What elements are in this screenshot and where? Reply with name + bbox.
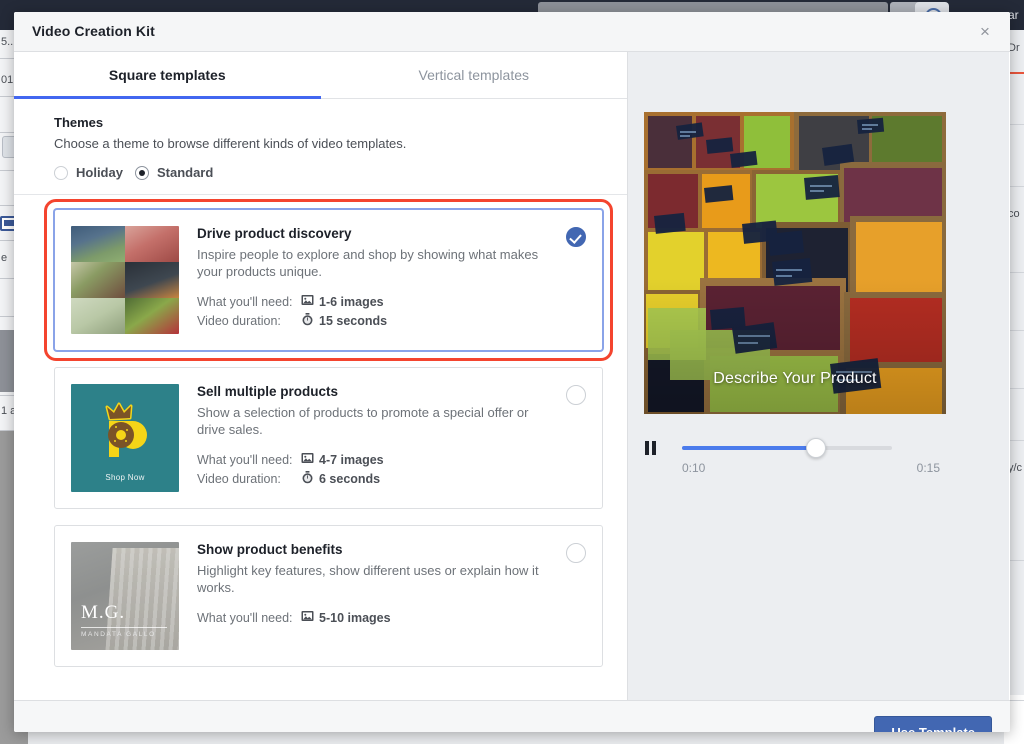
- dialog-body: Square templates Vertical templates Them…: [14, 52, 1010, 700]
- template-list[interactable]: Drive product discovery Inspire people t…: [14, 195, 627, 700]
- images-label: What you'll need:: [197, 452, 293, 467]
- templates-panel: Square templates Vertical templates Them…: [14, 52, 628, 700]
- thumbnail-brand-subtext: MANDATA GALLO: [81, 627, 167, 638]
- video-progress-handle[interactable]: [806, 438, 826, 458]
- template-duration-row: Video duration: 6 seconds: [197, 471, 546, 487]
- template-title: Sell multiple products: [197, 384, 339, 399]
- images-value: 4-7 images: [319, 452, 384, 467]
- template-title: Show product benefits: [197, 542, 343, 557]
- tab-square-templates[interactable]: Square templates: [14, 52, 321, 99]
- template-info: Show product benefits Highlight key feat…: [197, 542, 586, 650]
- template-radio-icon[interactable]: [566, 543, 586, 563]
- stopwatch-icon: [301, 471, 319, 487]
- donut-logo-image: Shop Now: [71, 384, 179, 492]
- current-time-label: 0:10: [682, 461, 706, 475]
- template-tabs: Square templates Vertical templates: [14, 52, 627, 99]
- market-produce-image: [644, 112, 946, 414]
- template-images-row: What you'll need: 5-10 images: [197, 610, 546, 625]
- duration-label: Video duration:: [197, 472, 281, 486]
- theme-option-holiday[interactable]: Holiday: [54, 165, 123, 180]
- duration-value: 15 seconds: [319, 314, 388, 328]
- pause-icon[interactable]: [645, 441, 659, 455]
- background-cell-text: 01: [1, 74, 14, 86]
- duration-label: Video duration:: [197, 314, 281, 328]
- video-player-controls: 0:10 0:15: [644, 437, 946, 489]
- vegetable-collage-image: [71, 226, 179, 334]
- template-description: Inspire people to explore and shop by sh…: [197, 247, 539, 279]
- images-label: What you'll need:: [197, 610, 293, 625]
- themes-section: Themes Choose a theme to browse differen…: [14, 99, 627, 195]
- stopwatch-icon: [301, 313, 319, 329]
- template-radio-icon[interactable]: [566, 385, 586, 405]
- theme-option-standard-label: Standard: [156, 165, 214, 180]
- dialog-header: Video Creation Kit ×: [14, 12, 1010, 52]
- template-thumbnail: [71, 226, 179, 334]
- duration-value: 6 seconds: [319, 472, 381, 486]
- template-card-drive-product-discovery[interactable]: Drive product discovery Inspire people t…: [44, 199, 613, 361]
- tab-vertical-templates-label: Vertical templates: [418, 67, 530, 83]
- tab-vertical-templates[interactable]: Vertical templates: [321, 52, 628, 98]
- photo-icon: [301, 294, 319, 309]
- video-progress-fill: [682, 446, 818, 450]
- template-duration-row: Video duration: 15 seconds: [197, 313, 546, 329]
- dialog-title: Video Creation Kit: [32, 23, 155, 39]
- close-icon[interactable]: ×: [972, 20, 998, 46]
- thumbnail-cta-text: Shop Now: [105, 473, 145, 482]
- background-right-text: y/c: [1008, 462, 1023, 474]
- background-cell-text: e: [1, 252, 8, 264]
- images-value: 5-10 images: [319, 610, 391, 625]
- template-thumbnail: M.G. MANDATA GALLO: [71, 542, 179, 650]
- thumbnail-brand-text: M.G.: [81, 602, 126, 623]
- use-template-button[interactable]: Use Template: [874, 716, 992, 732]
- template-card-show-product-benefits[interactable]: M.G. MANDATA GALLO Show product benefits…: [54, 525, 603, 667]
- images-label: What you'll need:: [197, 294, 293, 309]
- photo-icon: [301, 610, 319, 625]
- radio-standard-icon[interactable]: [134, 165, 149, 180]
- preview-caption-text: Describe Your Product: [713, 370, 877, 387]
- template-images-row: What you'll need: 1-6 images: [197, 294, 546, 309]
- template-description: Highlight key features, show different u…: [197, 563, 539, 595]
- theme-option-standard[interactable]: Standard: [134, 165, 214, 180]
- total-time-label: 0:15: [916, 461, 940, 475]
- themes-description: Choose a theme to browse different kinds…: [54, 136, 407, 151]
- template-title: Drive product discovery: [197, 226, 352, 241]
- template-info: Sell multiple products Show a selection …: [197, 384, 586, 492]
- preview-panel: Describe Your Product 0:10 0:15: [628, 52, 1009, 700]
- photo-icon: [301, 452, 319, 467]
- dialog-footer: Use Template: [14, 700, 1010, 732]
- template-description: Show a selection of products to promote …: [197, 405, 529, 437]
- video-preview[interactable]: Describe Your Product: [644, 112, 946, 414]
- video-progress-slider[interactable]: [682, 438, 892, 458]
- theme-radio-group: Holiday Standard: [54, 165, 627, 180]
- themes-heading: Themes: [54, 115, 104, 130]
- video-creation-kit-dialog: Video Creation Kit × Square templates Ve…: [14, 12, 1010, 732]
- tab-square-templates-label: Square templates: [108, 67, 226, 83]
- theme-option-holiday-label: Holiday: [76, 165, 123, 180]
- building-image: M.G. MANDATA GALLO: [71, 542, 179, 650]
- template-selected-check-icon[interactable]: [566, 227, 586, 247]
- template-card-sell-multiple-products[interactable]: Shop Now Sell multiple products Show a s…: [54, 367, 603, 509]
- template-thumbnail: Shop Now: [71, 384, 179, 492]
- template-images-row: What you'll need: 4-7 images: [197, 452, 546, 467]
- template-info: Drive product discovery Inspire people t…: [197, 226, 586, 334]
- images-value: 1-6 images: [319, 294, 384, 309]
- radio-holiday-icon[interactable]: [54, 165, 68, 180]
